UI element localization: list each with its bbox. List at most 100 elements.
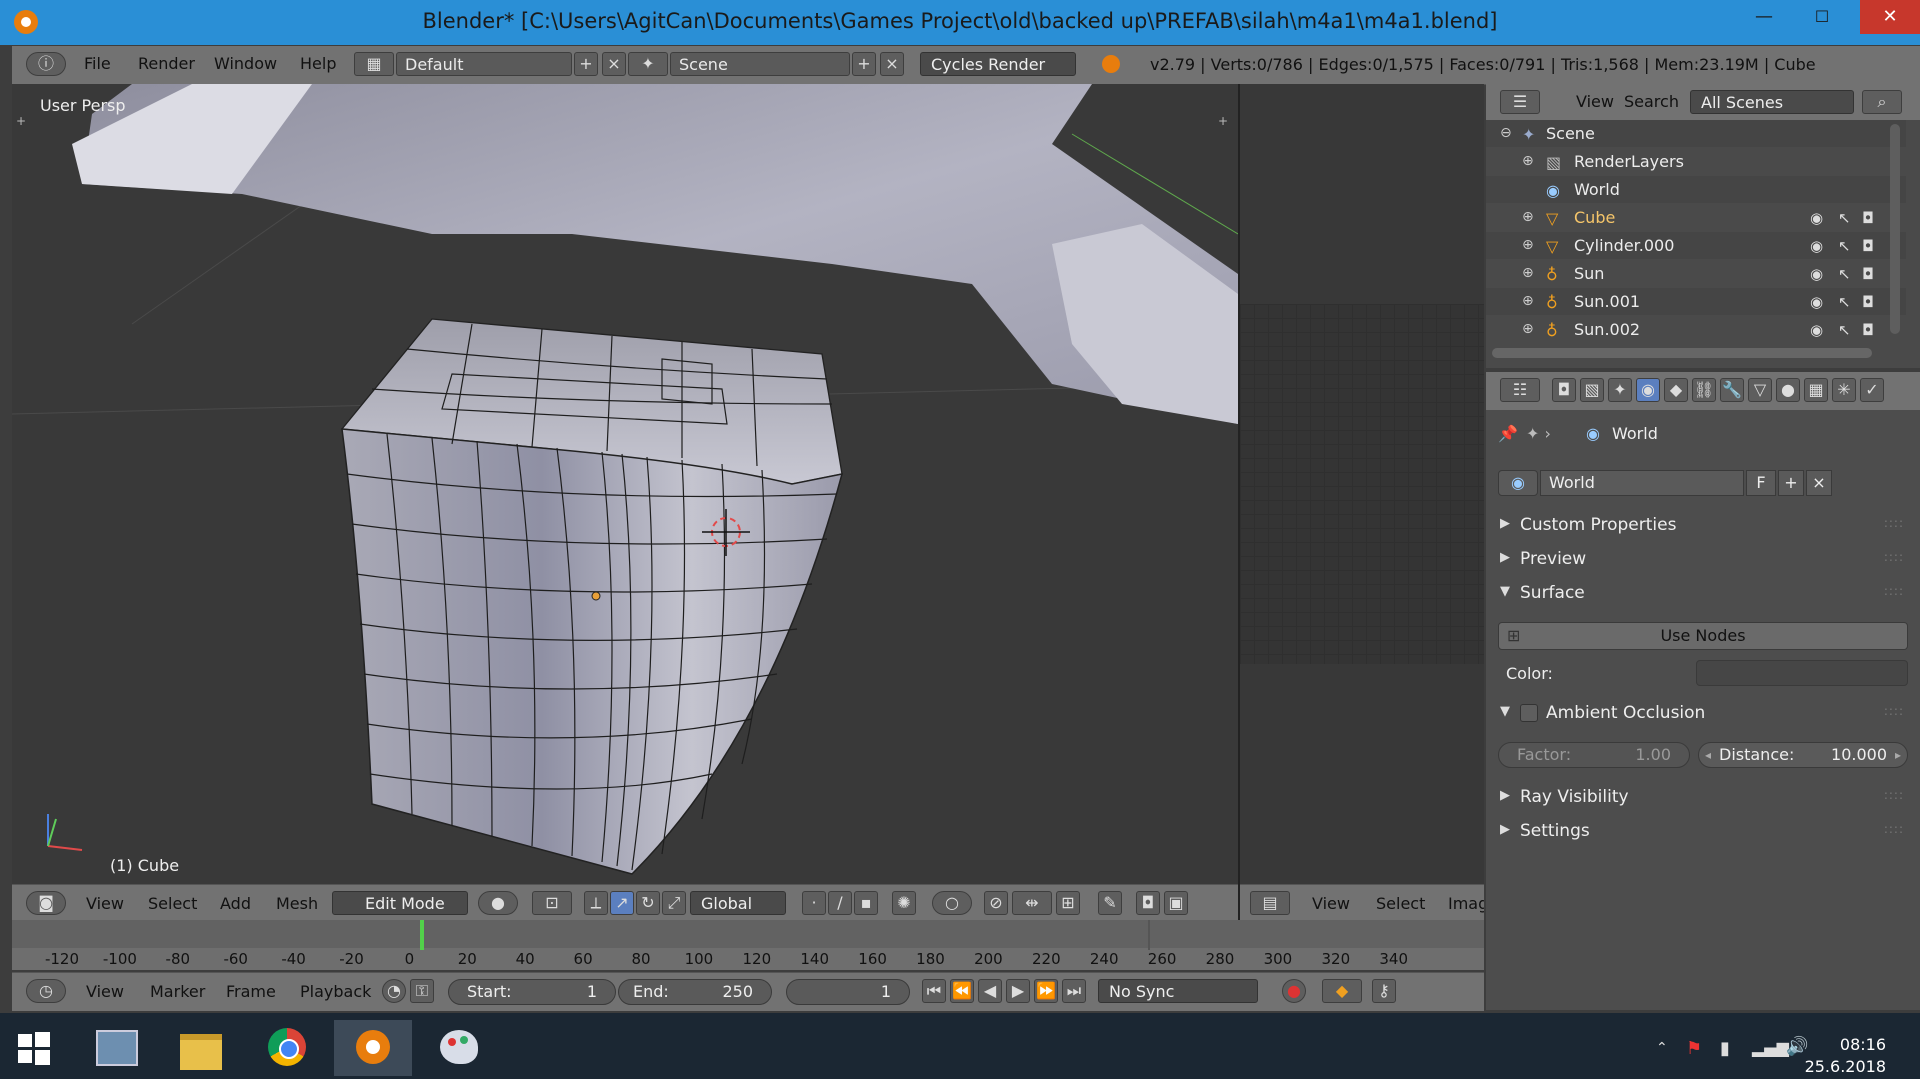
expand-icon[interactable]: ⊕ [1522,237,1540,255]
editor-type-image-icon[interactable]: ▤ [1250,891,1290,915]
new-world-icon[interactable]: + [1778,470,1804,496]
layout-add-icon[interactable]: + [574,52,598,76]
scene-remove-icon[interactable]: × [880,52,904,76]
occlude-icon[interactable]: ✺ [892,891,916,915]
manipulator-icon[interactable]: ⟂ [584,891,608,915]
outliner-menu-search[interactable]: Search [1624,92,1679,111]
drag-handle-icon[interactable]: :::: [1884,584,1904,598]
preview-range-icon[interactable]: ◔ [382,979,406,1003]
image-menu-view[interactable]: View [1312,894,1350,913]
selectable-arrow-icon[interactable]: ↖ [1838,321,1851,339]
3d-menu-view[interactable]: View [86,894,124,913]
taskbar-blender-icon[interactable] [334,1020,412,1076]
visibility-eye-icon[interactable]: ◉ [1810,265,1823,283]
visibility-eye-icon[interactable]: ◉ [1810,209,1823,227]
panel-preview[interactable]: ▶ Preview :::: [1496,544,1910,576]
insert-keyframe-icon[interactable]: ⚷ [1372,979,1396,1003]
end-frame-field[interactable]: End: 250 [618,979,772,1005]
drag-handle-icon[interactable]: :::: [1884,788,1904,802]
3d-menu-select[interactable]: Select [148,894,197,913]
taskbar-app-monitor-icon[interactable] [76,1020,154,1076]
tray-chevron-up-icon[interactable]: ⌃ [1656,1040,1668,1056]
drag-handle-icon[interactable]: :::: [1884,704,1904,718]
timeline-menu-marker[interactable]: Marker [150,982,205,1001]
ao-factor-field[interactable]: Factor: 1.00 [1498,742,1690,768]
world-browse-icon[interactable]: ◉ [1498,470,1538,496]
current-frame-field[interactable]: 1 [786,979,910,1005]
windows-start-icon[interactable] [16,1030,52,1066]
expand-icon[interactable]: ⊕ [1522,153,1540,171]
drag-handle-icon[interactable]: :::: [1884,550,1904,564]
image-editor-area[interactable] [1240,84,1484,884]
panel-settings[interactable]: ▶ Settings :::: [1496,816,1910,848]
decrement-arrow-icon[interactable]: ◂ [1705,743,1711,767]
tab-particles-icon[interactable]: ✳ [1832,378,1856,402]
outliner-row-cylinder[interactable]: ⊕ ▽ Cylinder.000 ◉ ↖ ◘ [1486,232,1906,259]
play-icon[interactable]: ▶ [1006,979,1030,1003]
lock-icon[interactable]: ⚿ [410,979,434,1003]
panel-ambient-occlusion[interactable]: ▼ Ambient Occlusion :::: [1496,698,1910,730]
ao-distance-field[interactable]: ◂ Distance: 10.000 ▸ [1698,742,1908,768]
scene-icon[interactable]: ✦ [628,52,668,76]
tab-object-icon[interactable]: ◆ [1664,378,1688,402]
render-camera-icon[interactable]: ◘ [1862,293,1874,311]
3d-menu-mesh[interactable]: Mesh [276,894,318,913]
ao-checkbox[interactable] [1520,704,1538,722]
render-anim-icon[interactable]: ▣ [1164,891,1188,915]
collapse-icon[interactable]: ⊖ [1500,125,1518,143]
drag-handle-icon[interactable]: :::: [1884,516,1904,530]
outliner-v-scrollbar[interactable] [1890,124,1900,334]
snap-icon[interactable]: ⊘ [984,891,1008,915]
outliner-row-scene[interactable]: ⊖ ✦ Scene [1486,120,1906,147]
selectable-arrow-icon[interactable]: ↖ [1838,293,1851,311]
pivot-icon[interactable]: ⊡ [532,891,572,915]
image-menu-image[interactable]: Imag [1448,894,1484,913]
search-icon[interactable]: ⌕ [1862,90,1902,114]
tab-world-icon[interactable]: ◉ [1636,378,1660,402]
maximize-button[interactable]: ☐ [1798,0,1846,34]
visibility-eye-icon[interactable]: ◉ [1810,321,1823,339]
timeline-menu-playback[interactable]: Playback [300,982,371,1001]
outliner-row-sun[interactable]: ⊕ ♁ Sun ◉ ↖ ◘ [1486,260,1906,287]
scene-field[interactable]: Scene [670,52,850,76]
viewport-scene[interactable] [12,84,1238,884]
snap-element-icon[interactable]: ⇹ [1012,891,1052,915]
tab-data-icon[interactable]: ▽ [1748,378,1772,402]
opengl-render-icon[interactable]: ✎ [1098,891,1122,915]
drag-handle-icon[interactable]: :::: [1884,822,1904,836]
render-camera-icon[interactable]: ◘ [1862,209,1874,227]
minimize-button[interactable]: — [1740,0,1788,34]
layout-remove-icon[interactable]: × [602,52,626,76]
panel-ray-visibility[interactable]: ▶ Ray Visibility :::: [1496,782,1910,814]
start-frame-field[interactable]: Start: 1 [448,979,616,1005]
area-corner-plus-icon[interactable]: + [1218,114,1228,128]
outliner-menu-view[interactable]: View [1576,92,1614,111]
world-name-field[interactable]: World [1540,470,1744,496]
scene-add-icon[interactable]: + [852,52,876,76]
orientation-select[interactable]: Global [690,891,786,915]
snap-target-icon[interactable]: ⊞ [1056,891,1080,915]
increment-arrow-icon[interactable]: ▸ [1895,743,1901,767]
outliner-row-cube[interactable]: ⊕ ▽ Cube ◉ ↖ ◘ [1486,204,1906,231]
expand-icon[interactable]: ⊕ [1522,209,1540,227]
taskbar-file-explorer-icon[interactable] [162,1020,240,1076]
sync-select[interactable]: No Sync [1098,979,1258,1003]
outliner-filter-select[interactable]: All Scenes [1690,90,1854,114]
visibility-eye-icon[interactable]: ◉ [1810,237,1823,255]
menu-file[interactable]: File [84,54,111,73]
outliner-row-sun-002[interactable]: ⊕ ♁ Sun.002 ◉ ↖ ◘ [1486,316,1906,343]
vertex-select-icon[interactable]: · [802,891,826,915]
3d-viewport[interactable]: User Persp (1) Cube + + [12,84,1238,884]
scale-icon[interactable]: ⤢ [662,891,686,915]
tray-flag-icon[interactable]: ⚑ [1686,1038,1702,1059]
tab-physics-icon[interactable]: ✓ [1860,378,1884,402]
jump-next-keyframe-icon[interactable]: ⏩ [1034,979,1058,1003]
jump-start-icon[interactable]: ⏮ [922,979,946,1003]
editor-type-outliner-icon[interactable]: ☰ [1500,90,1540,114]
face-select-icon[interactable]: ▪ [854,891,878,915]
editor-type-timeline-icon[interactable]: ◷ [26,979,66,1003]
outliner-row-world[interactable]: ◉ World [1486,176,1906,203]
outliner-row-sun-001[interactable]: ⊕ ♁ Sun.001 ◉ ↖ ◘ [1486,288,1906,315]
tab-modifiers-icon[interactable]: 🔧 [1720,378,1744,402]
menu-window[interactable]: Window [214,54,277,73]
